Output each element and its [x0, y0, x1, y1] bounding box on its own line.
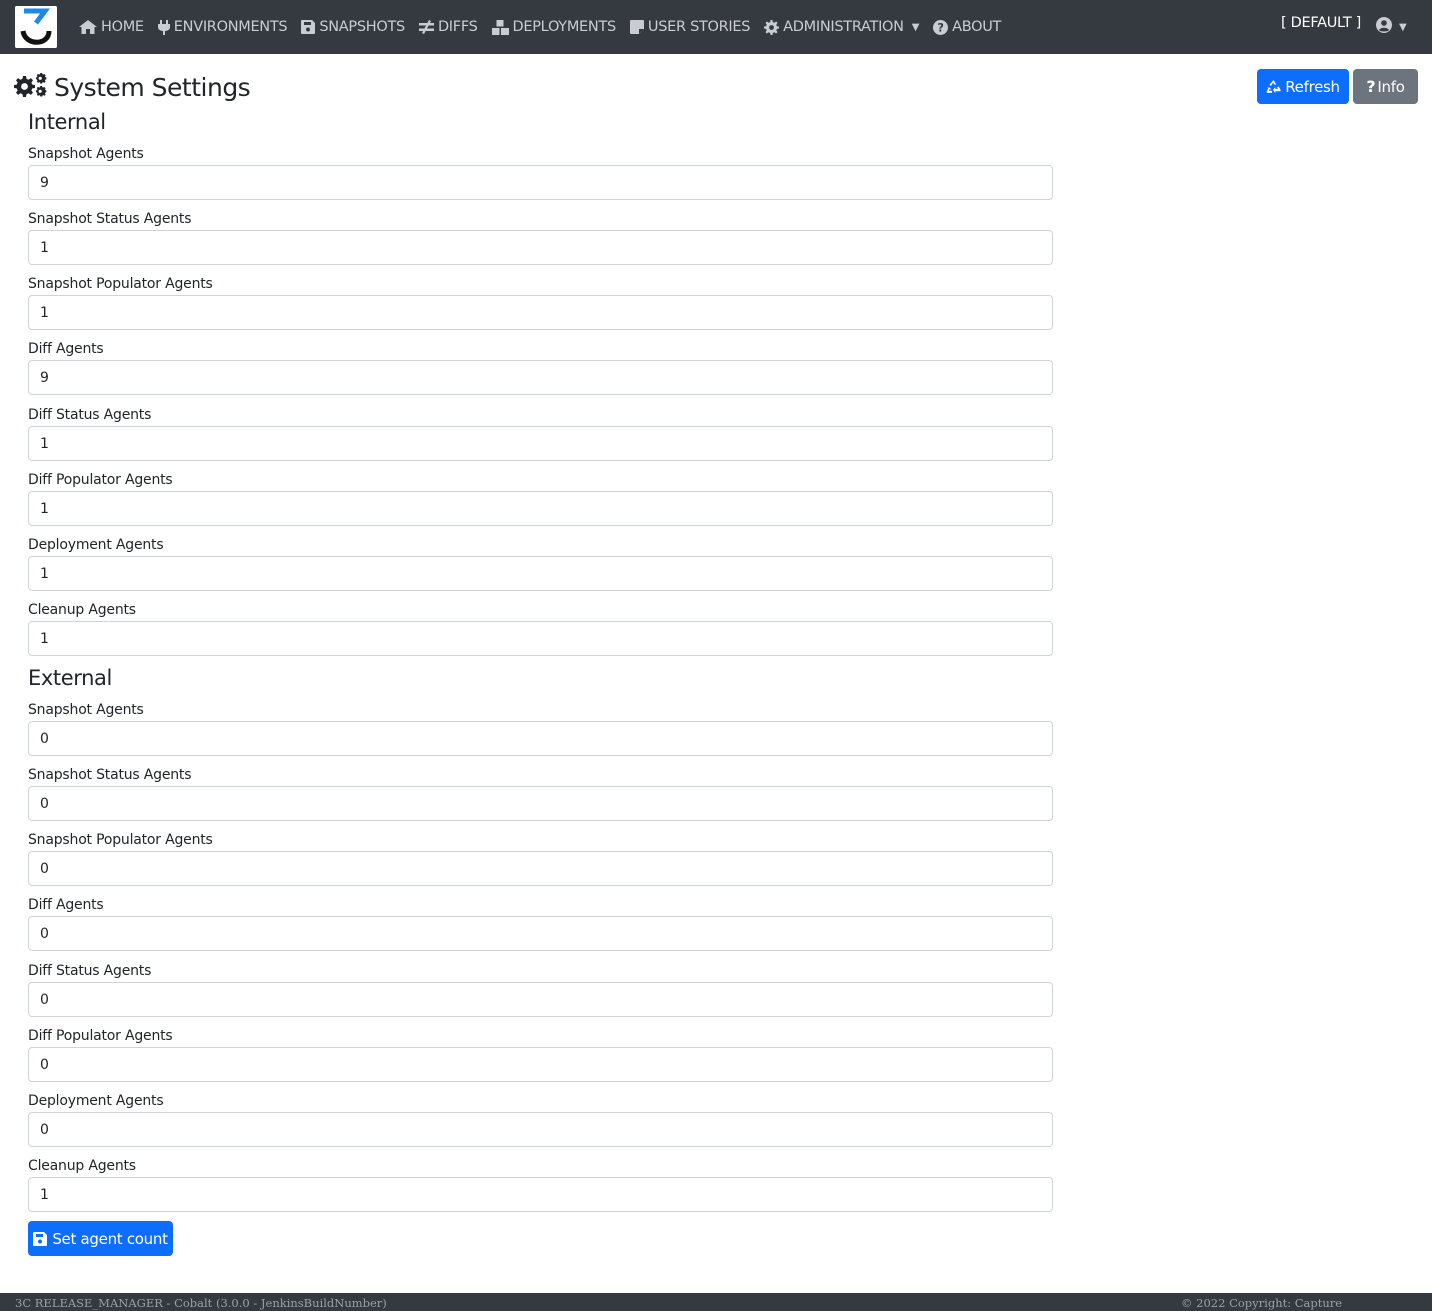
external-cleanup-agents-input[interactable] [28, 1177, 1053, 1212]
external-diff-populator-agents-input[interactable] [28, 1047, 1053, 1082]
sticky-note-icon [629, 20, 644, 34]
user-circle-icon [1376, 17, 1392, 37]
nav-snapshots[interactable]: SNAPSHOTS [301, 19, 405, 35]
logo-icon [15, 6, 57, 48]
app-logo[interactable] [15, 6, 57, 48]
page-header: System Settings [14, 70, 251, 104]
save-icon [301, 20, 316, 34]
external-section-title: External [28, 666, 112, 690]
external-snapshot-agents-input[interactable] [28, 721, 1053, 756]
chevron-down-icon: ▼ [911, 21, 920, 33]
not-equal-icon [418, 20, 434, 34]
info-label: Info [1377, 77, 1405, 96]
external-deployment-agents-input[interactable] [28, 1112, 1053, 1147]
footer: 3C RELEASE_MANAGER - Cobalt (3.0.0 - Jen… [0, 1293, 1432, 1311]
recycle-icon [1266, 79, 1281, 94]
external-cleanup-agents-label: Cleanup Agents [28, 1158, 136, 1174]
internal-diff-populator-agents-input[interactable] [28, 491, 1053, 526]
external-diff-populator-agents-label: Diff Populator Agents [28, 1028, 173, 1044]
set-agent-count-button[interactable]: Set agent count [28, 1221, 173, 1256]
question-circle-icon: ? [933, 19, 949, 35]
internal-snapshot-agents-label: Snapshot Agents [28, 146, 144, 162]
refresh-button[interactable]: Refresh [1257, 69, 1349, 104]
external-snapshot-populator-agents-input[interactable] [28, 851, 1053, 886]
external-diff-agents-input[interactable] [28, 916, 1053, 951]
internal-snapshot-status-agents-input[interactable] [28, 230, 1053, 265]
environment-selector[interactable]: [ DEFAULT ] [1281, 15, 1361, 31]
refresh-label: Refresh [1285, 77, 1340, 96]
external-diff-status-agents-label: Diff Status Agents [28, 963, 152, 979]
external-snapshot-agents-label: Snapshot Agents [28, 702, 144, 718]
internal-diff-agents-input[interactable] [28, 360, 1053, 395]
nav-administration-label: ADMINISTRATION [783, 19, 904, 35]
external-diff-status-agents-input[interactable] [28, 982, 1053, 1017]
nav-menu: HOME ENVIRONMENTS SNAPSHOTS DIFFS DEPLOY… [79, 0, 1015, 54]
external-snapshot-status-agents-input[interactable] [28, 786, 1053, 821]
internal-snapshot-agents-input[interactable] [28, 165, 1053, 200]
internal-deployment-agents-label: Deployment Agents [28, 537, 164, 553]
footer-version: 3C RELEASE_MANAGER - Cobalt (3.0.0 - Jen… [15, 1296, 387, 1310]
nav-environments[interactable]: ENVIRONMENTS [157, 19, 288, 35]
nav-deployments-label: DEPLOYMENTS [512, 19, 617, 35]
cog-icon [764, 19, 780, 35]
nav-snapshots-label: SNAPSHOTS [319, 19, 405, 35]
nav-diffs[interactable]: DIFFS [418, 19, 478, 35]
plug-icon [157, 19, 170, 35]
top-navbar: HOME ENVIRONMENTS SNAPSHOTS DIFFS DEPLOY… [0, 0, 1432, 54]
nav-administration[interactable]: ADMINISTRATION ▼ [764, 19, 919, 35]
nav-deployments[interactable]: DEPLOYMENTS [491, 19, 617, 35]
internal-cleanup-agents-label: Cleanup Agents [28, 602, 136, 618]
external-snapshot-status-agents-label: Snapshot Status Agents [28, 767, 192, 783]
nav-environments-label: ENVIRONMENTS [173, 19, 288, 35]
nav-about-label: ABOUT [952, 19, 1002, 35]
chevron-down-icon: ▼ [1399, 21, 1407, 33]
internal-snapshot-status-agents-label: Snapshot Status Agents [28, 211, 192, 227]
info-button[interactable]: ? Info [1353, 69, 1418, 104]
internal-cleanup-agents-input[interactable] [28, 621, 1053, 656]
save-icon [33, 1231, 48, 1246]
internal-diff-status-agents-input[interactable] [28, 426, 1053, 461]
internal-snapshot-populator-agents-label: Snapshot Populator Agents [28, 276, 213, 292]
internal-snapshot-populator-agents-input[interactable] [28, 295, 1053, 330]
page-title: System Settings [54, 72, 251, 102]
set-agent-count-label: Set agent count [52, 1229, 168, 1248]
nav-user-stories-label: USER STORIES [647, 19, 751, 35]
cogs-icon [14, 72, 48, 102]
external-deployment-agents-label: Deployment Agents [28, 1093, 164, 1109]
internal-diff-agents-label: Diff Agents [28, 341, 104, 357]
user-menu[interactable]: ▼ [1376, 17, 1407, 37]
footer-copyright: © 2022 Copyright: Capture [1181, 1296, 1343, 1310]
internal-section-title: Internal [28, 110, 106, 134]
nav-home-label: HOME [101, 19, 144, 35]
nav-home[interactable]: HOME [79, 19, 144, 35]
home-icon [79, 20, 97, 34]
nav-user-stories[interactable]: USER STORIES [629, 19, 751, 35]
internal-diff-populator-agents-label: Diff Populator Agents [28, 472, 173, 488]
external-diff-agents-label: Diff Agents [28, 897, 104, 913]
question-icon: ? [1366, 77, 1376, 96]
internal-deployment-agents-input[interactable] [28, 556, 1053, 591]
svg-text:?: ? [937, 21, 943, 34]
external-snapshot-populator-agents-label: Snapshot Populator Agents [28, 832, 213, 848]
boxes-icon [491, 19, 509, 35]
nav-diffs-label: DIFFS [437, 19, 478, 35]
nav-about[interactable]: ? ABOUT [933, 19, 1001, 35]
internal-diff-status-agents-label: Diff Status Agents [28, 407, 152, 423]
